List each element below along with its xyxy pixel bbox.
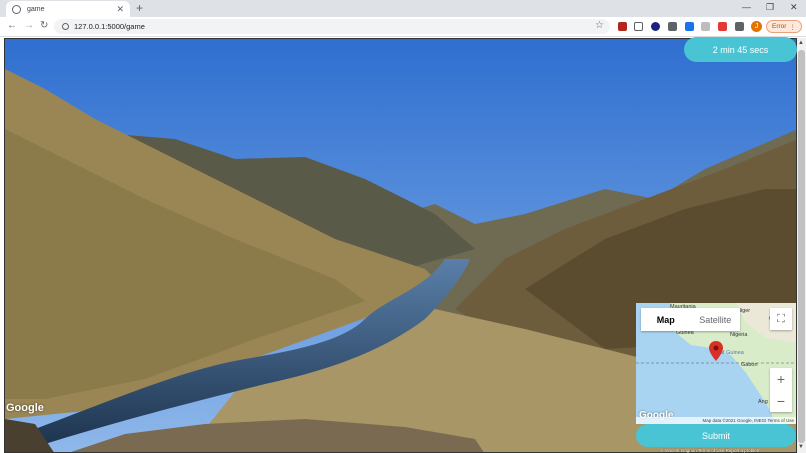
globe-icon — [12, 4, 21, 14]
grey-extension-icon[interactable] — [701, 22, 710, 31]
zoom-control: + − — [770, 368, 792, 412]
submit-button[interactable]: Submit — [636, 424, 796, 447]
scroll-up-icon[interactable]: ▲ — [798, 40, 804, 46]
site-info-icon[interactable] — [62, 23, 69, 30]
google-logo: Google — [6, 402, 44, 414]
map-label-gulf: of Guinea — [720, 350, 744, 356]
browser-tab[interactable]: game ✕ — [6, 1, 130, 17]
image-credits: © Vincent Gagnon Terms of Use Report a p… — [660, 448, 761, 453]
map-label-nigeria: Nigeria — [730, 332, 748, 338]
tab-close-icon[interactable]: ✕ — [116, 4, 124, 14]
page-scrollbar[interactable]: ▲ ▼ — [797, 38, 806, 453]
zoom-out-button[interactable]: − — [770, 390, 792, 412]
map-tab-map[interactable]: Map — [641, 308, 691, 331]
puzzle-extensions-icon[interactable] — [735, 22, 744, 31]
map-marker-icon[interactable] — [709, 341, 723, 361]
map-attribution: Map data ©2021 Google, INEGI Terms of Us… — [636, 417, 796, 424]
tab-title: game — [27, 5, 45, 13]
error-label: Error — [772, 23, 787, 30]
bookmark-star-icon[interactable]: ☆ — [595, 20, 604, 31]
chat-extension-icon[interactable] — [634, 22, 643, 31]
countdown-timer: 2 min 45 secs — [684, 37, 797, 62]
url-text: 127.0.0.1:5000/game — [74, 22, 145, 31]
scroll-down-icon[interactable]: ▼ — [798, 444, 804, 450]
shield-extension-icon[interactable] — [618, 22, 627, 31]
map-tab-satellite[interactable]: Satellite — [691, 308, 741, 331]
guess-minimap[interactable]: Mauritania Niger Ch Guinea Nigeria of Gu… — [636, 303, 796, 424]
folder-extension-icon[interactable] — [668, 22, 677, 31]
address-bar[interactable]: 127.0.0.1:5000/game ☆ — [54, 19, 610, 34]
scrollbar-thumb[interactable] — [798, 50, 805, 443]
map-label-gabon: Gabon — [741, 362, 758, 368]
more-menu-icon: ⋮ — [789, 23, 796, 31]
forward-button[interactable]: → — [24, 20, 34, 32]
map-label-ang: Ang — [758, 399, 768, 405]
reload-button[interactable]: ↻ — [40, 20, 48, 32]
browser-toolbar: ← → ↻ 127.0.0.1:5000/game ☆ J Error ⋮ — [0, 17, 806, 37]
k-extension-icon[interactable] — [651, 22, 660, 31]
blue-extension-icon[interactable] — [685, 22, 694, 31]
error-button[interactable]: Error ⋮ — [766, 20, 802, 33]
profile-avatar[interactable]: J — [751, 21, 762, 32]
red-extension-icon[interactable] — [718, 22, 727, 31]
restore-button[interactable]: ❐ — [766, 2, 774, 12]
zoom-in-button[interactable]: + — [770, 368, 792, 390]
map-type-toggle: Map Satellite — [641, 308, 740, 331]
minimize-button[interactable]: — — [742, 2, 751, 12]
window-close-button[interactable]: ✕ — [790, 2, 798, 12]
fullscreen-icon[interactable]: ⛶ — [770, 308, 792, 330]
new-tab-button[interactable]: + — [136, 2, 143, 14]
browser-tab-strip: game ✕ + — ❐ ✕ — [0, 0, 806, 17]
back-button[interactable]: ← — [7, 20, 17, 32]
